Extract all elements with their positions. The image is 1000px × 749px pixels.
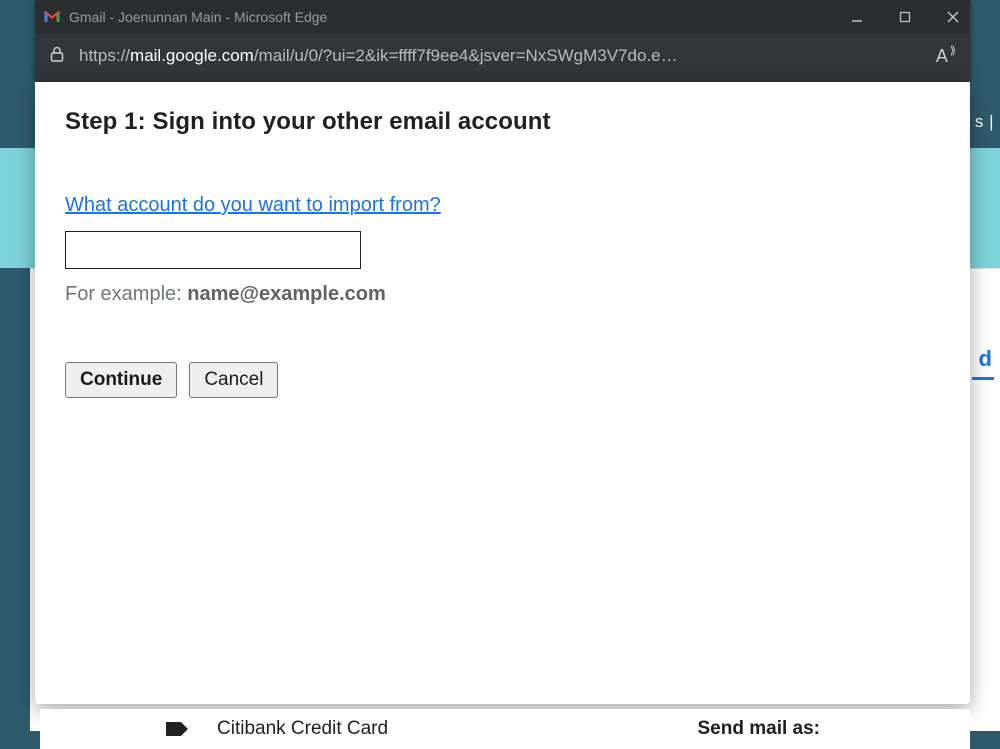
close-button[interactable]	[944, 8, 962, 26]
button-row: Continue Cancel	[65, 362, 940, 398]
label-tag-icon	[165, 720, 189, 738]
modal-title: Step 1: Sign into your other email accou…	[65, 108, 940, 136]
email-input[interactable]	[65, 231, 361, 269]
url-host: mail.google.com	[130, 46, 254, 65]
obscured-text-fragment: s |	[975, 112, 994, 132]
example-prefix: For example:	[65, 283, 187, 305]
cancel-button[interactable]: Cancel	[189, 362, 278, 398]
obscured-tab-letter: d	[979, 346, 992, 372]
continue-button[interactable]: Continue	[65, 362, 177, 398]
example-hint: For example: name@example.com	[65, 283, 940, 306]
titlebar: Gmail - Joenunnan Main - Microsoft Edge	[35, 0, 970, 34]
minimize-button[interactable]	[848, 8, 866, 26]
import-question-link[interactable]: What account do you want to import from?	[65, 194, 940, 217]
import-modal: Step 1: Sign into your other email accou…	[35, 82, 970, 704]
browser-chrome: Gmail - Joenunnan Main - Microsoft Edge …	[35, 0, 970, 82]
address-bar[interactable]: https://mail.google.com/mail/u/0/?ui=2&i…	[35, 34, 970, 78]
url-path: /mail/u/0/?ui=2&ik=ffff7f9ee4&jsver=NxSW…	[254, 46, 678, 65]
url-prefix: https://	[79, 46, 130, 65]
window-title: Gmail - Joenunnan Main - Microsoft Edge	[69, 9, 848, 25]
background-label-row: Citibank Credit Card Send mail as:	[40, 709, 970, 749]
label-name[interactable]: Citibank Credit Card	[217, 718, 388, 740]
url-text: https://mail.google.com/mail/u/0/?ui=2&i…	[79, 46, 922, 66]
lock-icon	[49, 45, 65, 68]
gmail-favicon	[43, 10, 61, 24]
example-email: name@example.com	[187, 283, 385, 305]
maximize-button[interactable]	[896, 8, 914, 26]
read-aloud-icon[interactable]: A⟫	[936, 46, 956, 67]
obscured-tab-underline	[972, 377, 994, 380]
send-mail-as-heading: Send mail as:	[698, 718, 821, 740]
